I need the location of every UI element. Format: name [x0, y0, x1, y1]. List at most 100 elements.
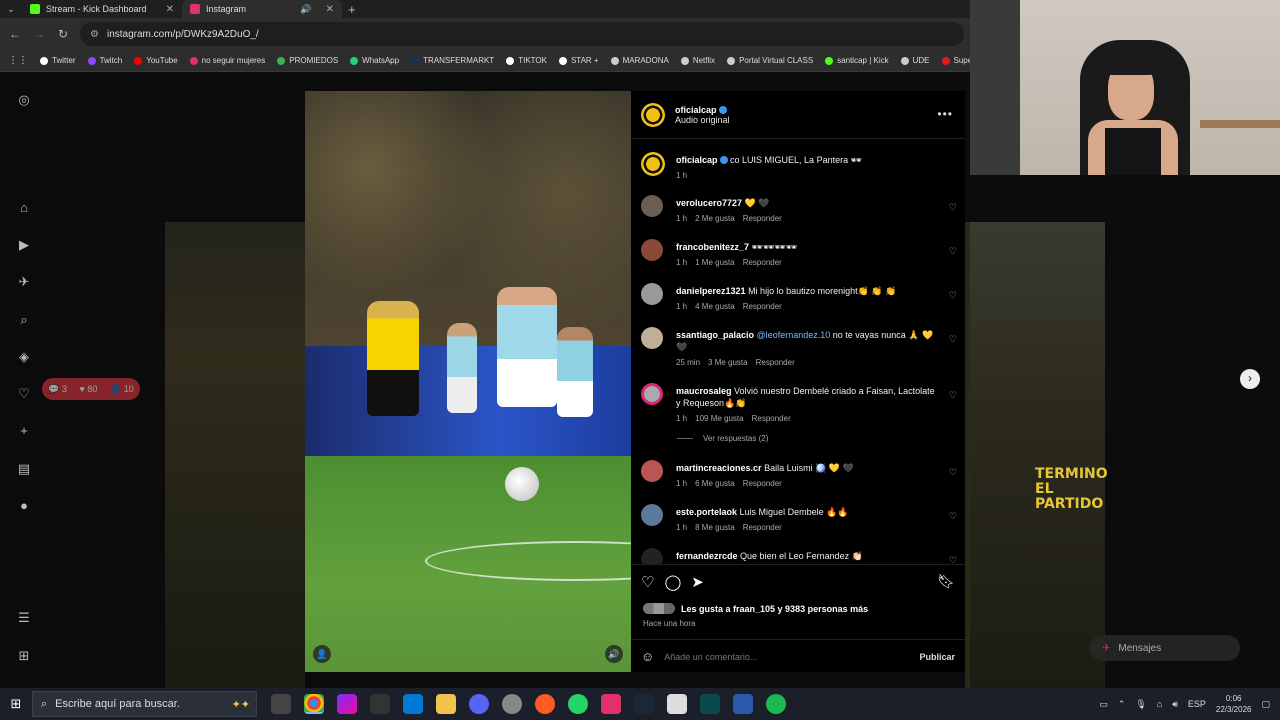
steam-icon[interactable] [634, 694, 654, 714]
chevron-up-icon[interactable]: ⌃ [1118, 699, 1126, 710]
spotify-icon[interactable] [766, 694, 786, 714]
reply-button[interactable]: Responder [743, 301, 782, 313]
bookmark-transfermarkt[interactable]: TRANSFERMARKT [411, 56, 494, 65]
sound-icon[interactable]: 🔊 [605, 645, 623, 663]
avatar[interactable] [641, 239, 663, 261]
comment-user[interactable]: martincreaciones.cr [676, 463, 762, 473]
comment-user[interactable]: verolucero7727 [676, 198, 742, 208]
comment-likes[interactable]: 109 Me gusta [695, 413, 743, 425]
bookmark-maradona[interactable]: MARADONA [610, 56, 669, 65]
address-bar[interactable]: ⚙ instagram.com/p/DWKz9A2DuO_/ [80, 22, 964, 46]
avatar[interactable] [641, 102, 665, 127]
outlook-icon[interactable] [403, 694, 423, 714]
messages-pill[interactable]: ✈ Mensajes [1090, 635, 1240, 661]
obs-icon[interactable] [502, 694, 522, 714]
microphone-icon[interactable]: 🎙︎ [1135, 699, 1146, 710]
discord-icon[interactable] [469, 694, 489, 714]
more-menu-icon[interactable]: ☰ [16, 610, 32, 626]
dashboard-icon[interactable]: ▤ [16, 461, 32, 477]
instagram-app-icon[interactable] [601, 694, 621, 714]
task-view-icon[interactable] [271, 694, 291, 714]
avatar[interactable] [641, 548, 663, 564]
comment-likes[interactable]: 1 Me gusta [695, 257, 735, 269]
also-from-meta-icon[interactable]: ⊞ [16, 648, 32, 664]
network-icon[interactable]: ⌂ [1157, 699, 1162, 709]
close-icon[interactable]: ✕ [166, 4, 174, 15]
comment-likes[interactable]: 4 Me gusta [695, 301, 735, 313]
search-icon[interactable]: ⌕ [16, 312, 32, 328]
tab-search-icon[interactable]: ⌄ [0, 4, 22, 15]
bookmark-star[interactable]: STAR + [558, 56, 599, 65]
save-icon[interactable]: 🔖︎ [937, 573, 955, 590]
comment-user[interactable]: francobenitezz_7 [676, 242, 749, 252]
keyboard-icon[interactable]: ▭ [1099, 699, 1108, 710]
copilot-icon[interactable] [337, 694, 357, 714]
volume-icon[interactable]: 🔊︎ [1172, 699, 1178, 710]
bookmark-tiktok[interactable]: TIKTOK [506, 56, 547, 65]
notification-center-icon[interactable]: ▢ [1261, 699, 1270, 710]
more-options-icon[interactable]: ••• [937, 107, 953, 121]
likes-summary[interactable]: Les gusta a fraan_105 y 9383 personas má… [643, 603, 868, 614]
file-explorer-icon[interactable] [436, 694, 456, 714]
comment-user[interactable]: ssantiago_palacio [676, 330, 754, 340]
like-comment-icon[interactable]: ♡ [949, 554, 957, 564]
like-comment-icon[interactable]: ♡ [949, 201, 957, 213]
like-icon[interactable]: ♡ [641, 573, 654, 591]
messages-icon[interactable]: ✈ [16, 274, 32, 290]
url-text[interactable]: instagram.com/p/DWKz9A2DuO_/ [107, 29, 259, 40]
speaker-icon[interactable]: 🔊 [300, 4, 311, 15]
home-icon[interactable]: ⌂ [16, 200, 32, 216]
emoji-icon[interactable]: ☺ [641, 649, 654, 664]
audio-label[interactable]: Audio original [675, 115, 730, 125]
like-comment-icon[interactable]: ♡ [949, 245, 957, 257]
like-comment-icon[interactable]: ♡ [949, 333, 957, 345]
comments-list[interactable]: oficialcap co LUIS MIGUEL, La Pantera 🕶 … [631, 140, 965, 564]
bookmark-youtube[interactable]: YouTube [134, 56, 178, 65]
comment-user[interactable]: este.portelaok [676, 507, 737, 517]
clock[interactable]: 0:06 22/3/2026 [1216, 693, 1252, 715]
comment-likes[interactable]: 6 Me gusta [695, 478, 735, 490]
post-video[interactable]: 👤 🔊 [305, 91, 631, 672]
view-replies-button[interactable]: Ver respuestas (2) [677, 434, 768, 443]
tagged-user-icon[interactable]: 👤 [313, 645, 331, 663]
apps-icon[interactable]: ⋮⋮ [8, 55, 28, 66]
reply-button[interactable]: Responder [743, 478, 782, 490]
publish-button[interactable]: Publicar [919, 652, 955, 662]
language-indicator[interactable]: ESP [1188, 699, 1206, 709]
bookmark-twitter[interactable]: Twitter [40, 56, 76, 65]
avatar[interactable] [641, 152, 665, 176]
reply-button[interactable]: Responder [743, 213, 782, 225]
avatar[interactable] [641, 195, 663, 217]
reply-button[interactable]: Responder [743, 257, 782, 269]
avatar[interactable] [641, 383, 663, 405]
reload-icon[interactable]: ↻ [56, 27, 70, 41]
new-tab-button[interactable]: + [348, 2, 356, 17]
like-comment-icon[interactable]: ♡ [949, 510, 957, 522]
bookmark-netflix[interactable]: Netflix [680, 56, 715, 65]
avatar[interactable] [641, 283, 663, 305]
comment-user[interactable]: fernandezrcde [676, 551, 738, 561]
comment-likes[interactable]: 3 Me gusta [708, 357, 748, 369]
bookmark-promiedos[interactable]: PROMIEDOS [277, 56, 338, 65]
comment-input[interactable] [664, 651, 910, 662]
site-info-icon[interactable]: ⚙ [90, 29, 99, 40]
reply-button[interactable]: Responder [756, 357, 795, 369]
avatar[interactable] [641, 460, 663, 482]
tab-instagram[interactable]: Instagram 🔊 ✕ [182, 0, 342, 18]
forward-icon[interactable]: → [32, 27, 46, 41]
like-comment-icon[interactable]: ♡ [949, 289, 957, 301]
comment-mention[interactable]: @leofernandez.10 [757, 330, 831, 340]
like-comment-icon[interactable]: ♡ [949, 389, 957, 401]
share-icon[interactable]: ➤ [691, 573, 704, 591]
capcut-icon[interactable] [667, 694, 687, 714]
windows-start-icon[interactable]: ⊞ [0, 696, 32, 712]
bookmark-ude[interactable]: UDE [900, 56, 930, 65]
explore-icon[interactable]: ◈ [16, 349, 32, 365]
tab-kick[interactable]: Stream - Kick Dashboard ✕ [22, 0, 182, 18]
notification-pill[interactable]: 💬 3 ♥ 80 👤 10 [42, 378, 140, 400]
comment-user[interactable]: danielperez1321 [676, 286, 746, 296]
comment-likes[interactable]: 8 Me gusta [695, 522, 735, 534]
author-name[interactable]: oficialcap [675, 105, 730, 115]
like-comment-icon[interactable]: ♡ [949, 466, 957, 478]
profile-icon[interactable]: ● [16, 498, 32, 514]
